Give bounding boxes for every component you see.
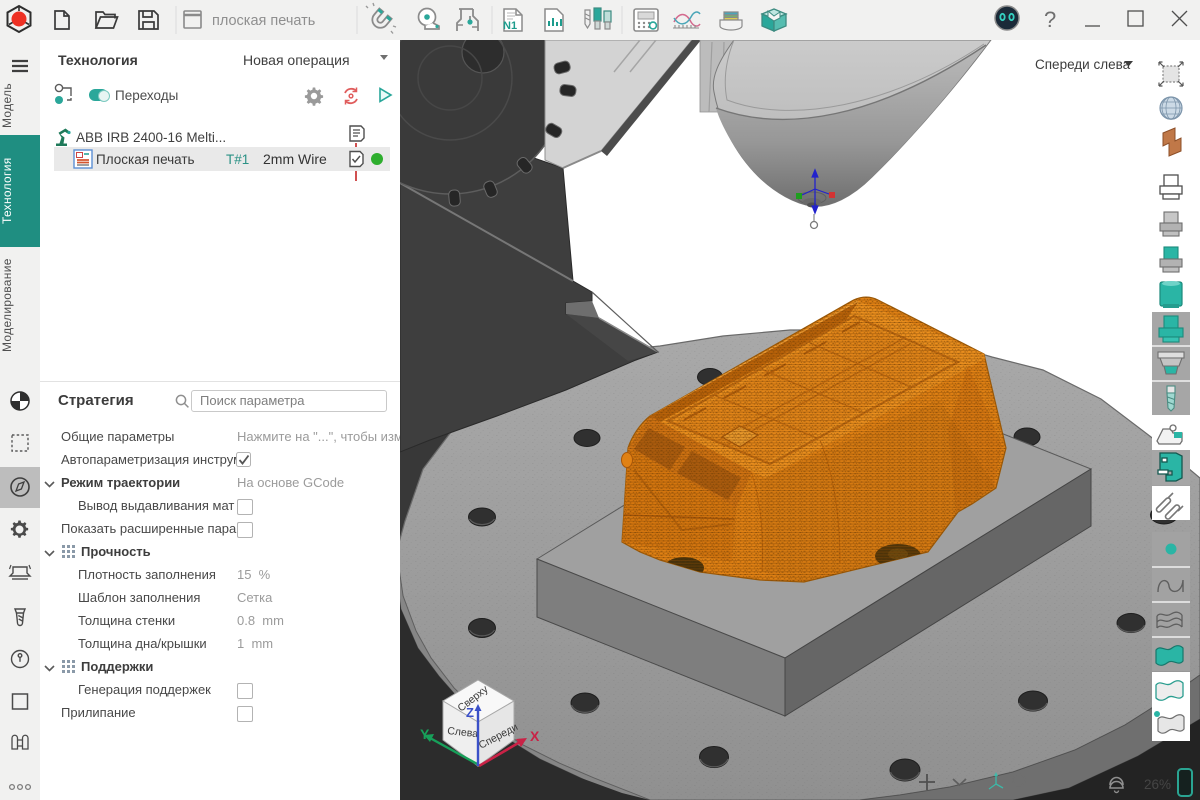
svg-text:Z: Z [466,705,474,720]
svg-text:Спереди слева: Спереди слева [1035,57,1131,72]
svg-text:26%: 26% [1144,777,1171,792]
svg-text:N1: N1 [503,20,517,32]
svg-text:?: ? [1044,7,1056,32]
svg-text:Y: Y [420,726,430,742]
svg-text:X: X [530,728,540,744]
svg-text:плоская печать: плоская печать [212,13,315,29]
